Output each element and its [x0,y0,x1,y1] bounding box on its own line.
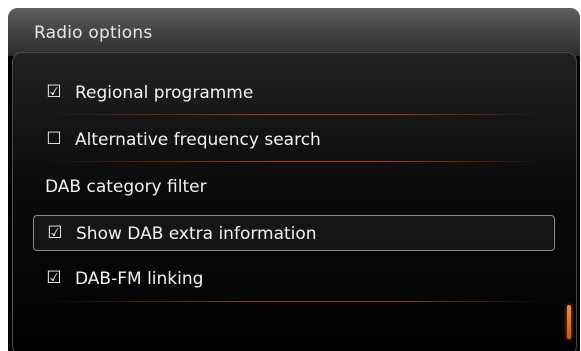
checkbox-checked-icon[interactable]: ☑ [46,223,64,243]
menu-item-label: DAB-FM linking [75,269,204,289]
menu-item-label: Alternative frequency search [75,130,321,150]
menu-item-show-dab-extra-information[interactable]: ☑ Show DAB extra information [33,215,555,251]
title-bar: Radio options [8,8,580,56]
separator [43,161,543,162]
menu-item-label: Show DAB extra information [76,224,317,244]
menu-item-alternative-frequency-search[interactable]: ☐ Alternative frequency search [33,122,555,158]
separator [43,301,543,302]
radio-options-screen: Radio options ☑ Regional programme ☐ Alt… [8,8,580,351]
menu-item-dab-fm-linking[interactable]: ☑ DAB-FM linking [33,261,555,297]
scrollbar[interactable] [567,305,571,339]
menu-item-label: Regional programme [75,83,254,103]
separator [43,114,543,115]
checkbox-unchecked-icon[interactable]: ☐ [45,129,63,149]
checkbox-checked-icon[interactable]: ☑ [45,268,63,288]
menu-item-dab-category-filter[interactable]: DAB category filter [33,169,555,205]
options-list: ☑ Regional programme ☐ Alternative frequ… [12,52,577,351]
checkbox-checked-icon[interactable]: ☑ [45,82,63,102]
page-title: Radio options [34,23,153,43]
menu-item-label: DAB category filter [45,177,207,197]
menu-item-regional-programme[interactable]: ☑ Regional programme [33,75,555,111]
